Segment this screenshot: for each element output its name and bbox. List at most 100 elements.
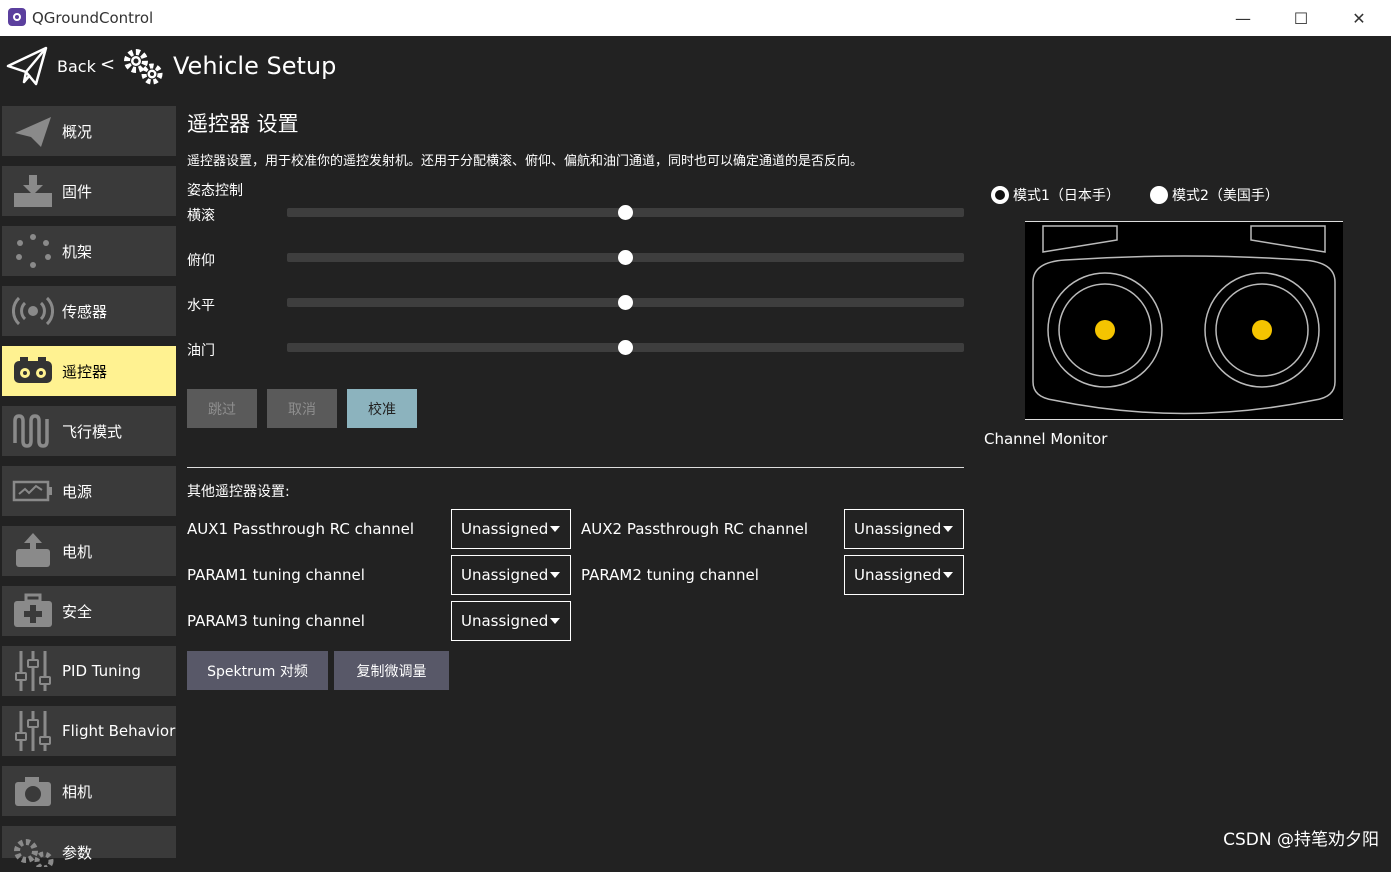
roll-slider (287, 205, 964, 220)
pitch-slider (287, 250, 964, 265)
close-icon[interactable]: ✕ (1330, 0, 1388, 36)
param3-label: PARAM3 tuning channel (187, 612, 365, 630)
section-heading: 遥控器 设置 (187, 112, 299, 136)
paper-plane-icon (10, 111, 56, 151)
throttle-label: 油门 (187, 343, 215, 359)
slider-thumb (618, 205, 633, 220)
attitude-control-label: 姿态控制 (187, 183, 243, 199)
section-description: 遥控器设置，用于校准你的遥控发射机。还用于分配横滚、俯仰、偏航和油门通道，同时也… (187, 154, 864, 169)
download-icon (10, 171, 56, 211)
select-value: Unassigned (461, 520, 549, 538)
select-value: Unassigned (854, 566, 942, 584)
transmitter-graphic (1032, 225, 1336, 415)
mode2-radio[interactable]: 模式2（美国手） (1150, 185, 1279, 205)
aux2-label: AUX2 Passthrough RC channel (581, 520, 808, 538)
back-button[interactable]: Back (57, 57, 96, 76)
radio-selected-icon (991, 186, 1009, 204)
chevron-down-icon (550, 572, 560, 578)
wave-icon (10, 411, 56, 451)
sidebar-item-flight-modes[interactable]: 飞行模式 (2, 406, 176, 456)
sidebar-item-label: 传感器 (62, 302, 108, 321)
aux1-channel-select[interactable]: Unassigned (451, 509, 571, 549)
param1-channel-select[interactable]: Unassigned (451, 555, 571, 595)
gears-icon (10, 832, 56, 872)
pitch-label: 俯仰 (187, 253, 215, 269)
mode1-label: 模式1（日本手） (1013, 188, 1120, 204)
skip-button[interactable]: 跳过 (187, 389, 257, 428)
sidebar-item-label: 电源 (62, 482, 93, 501)
sidebar-item-summary[interactable]: 概况 (2, 106, 176, 156)
motor-icon (10, 531, 56, 571)
spektrum-bind-button[interactable]: Spektrum 对频 (187, 651, 328, 690)
sidebar-item-label: Flight Behavior (62, 722, 176, 740)
sidebar-item-radio[interactable]: 遥控器 (2, 346, 176, 396)
sidebar-item-camera[interactable]: 相机 (2, 766, 176, 816)
yaw-label: 水平 (187, 298, 215, 314)
calibrate-button[interactable]: 校准 (347, 389, 417, 428)
sidebar-item-firmware[interactable]: 固件 (2, 166, 176, 216)
app-toolbar: Back < Vehicle Setup (0, 36, 1391, 100)
sidebar-item-label: 概况 (62, 122, 93, 141)
chevron-down-icon (550, 618, 560, 624)
page-title: Vehicle Setup (173, 52, 337, 80)
select-value: Unassigned (854, 520, 942, 538)
sidebar-item-motors[interactable]: 电机 (2, 526, 176, 576)
mode1-radio[interactable]: 模式1（日本手） (991, 185, 1120, 205)
sidebar-item-flight-behavior[interactable]: Flight Behavior (2, 706, 176, 756)
roll-label: 横滚 (187, 208, 215, 224)
watermark-text: CSDN @持笔劝夕阳 (1223, 830, 1379, 850)
paper-plane-icon[interactable] (6, 44, 48, 86)
aux2-channel-select[interactable]: Unassigned (844, 509, 964, 549)
sidebar-item-sensors[interactable]: 传感器 (2, 286, 176, 336)
chevron-down-icon (943, 526, 953, 532)
param1-label: PARAM1 tuning channel (187, 566, 365, 584)
sidebar-item-label: PID Tuning (62, 662, 141, 680)
copy-trims-button[interactable]: 复制微调量 (334, 651, 449, 690)
section-divider (187, 467, 964, 468)
param3-channel-select[interactable]: Unassigned (451, 601, 571, 641)
select-value: Unassigned (461, 612, 549, 630)
radio-icon (10, 351, 56, 391)
yaw-slider (287, 295, 964, 310)
sidebar-item-power[interactable]: 电源 (2, 466, 176, 516)
param2-channel-select[interactable]: Unassigned (844, 555, 964, 595)
sidebar-item-label: 电机 (62, 542, 93, 561)
sliders-icon (10, 651, 56, 691)
maximize-icon[interactable]: ☐ (1272, 0, 1330, 36)
sidebar-item-pid-tuning[interactable]: PID Tuning (2, 646, 176, 696)
gears-icon (124, 49, 163, 85)
left-stick-indicator (1095, 320, 1115, 340)
breadcrumb-separator: < (100, 54, 116, 75)
sliders-icon (10, 711, 56, 751)
slider-thumb (618, 340, 633, 355)
channel-monitor-label: Channel Monitor (984, 430, 1108, 448)
setup-sidebar: 概况 固件 机架 传感器 遥控器 飞行模式 电源 电机 安全 PID Tunin… (0, 100, 182, 867)
window-titlebar: QGroundControl — ☐ ✕ (0, 0, 1391, 36)
sidebar-item-label: 机架 (62, 242, 93, 261)
battery-icon (10, 471, 56, 511)
sidebar-item-label: 飞行模式 (62, 422, 123, 441)
medkit-icon (10, 591, 56, 631)
chevron-down-icon (550, 526, 560, 532)
sidebar-item-airframe[interactable]: 机架 (2, 226, 176, 276)
sidebar-item-label: 相机 (62, 782, 93, 801)
transmitter-stick-display (1025, 221, 1343, 420)
sidebar-item-label: 参数 (62, 844, 93, 862)
frame-icon (10, 231, 56, 271)
minimize-icon[interactable]: — (1214, 0, 1272, 36)
radio-unselected-icon (1150, 186, 1168, 204)
sidebar-item-parameters[interactable]: 参数 (2, 826, 176, 867)
slider-thumb (618, 295, 633, 310)
cancel-button[interactable]: 取消 (267, 389, 337, 428)
sidebar-item-label: 遥控器 (62, 362, 108, 381)
sensor-icon (10, 291, 56, 331)
sidebar-item-label: 安全 (62, 602, 93, 621)
param2-label: PARAM2 tuning channel (581, 566, 759, 584)
other-settings-label: 其他遥控器设置: (187, 484, 290, 500)
throttle-slider (287, 340, 964, 355)
camera-icon (10, 771, 56, 811)
sidebar-item-safety[interactable]: 安全 (2, 586, 176, 636)
sidebar-item-label: 固件 (62, 182, 93, 201)
chevron-down-icon (943, 572, 953, 578)
aux1-label: AUX1 Passthrough RC channel (187, 520, 414, 538)
